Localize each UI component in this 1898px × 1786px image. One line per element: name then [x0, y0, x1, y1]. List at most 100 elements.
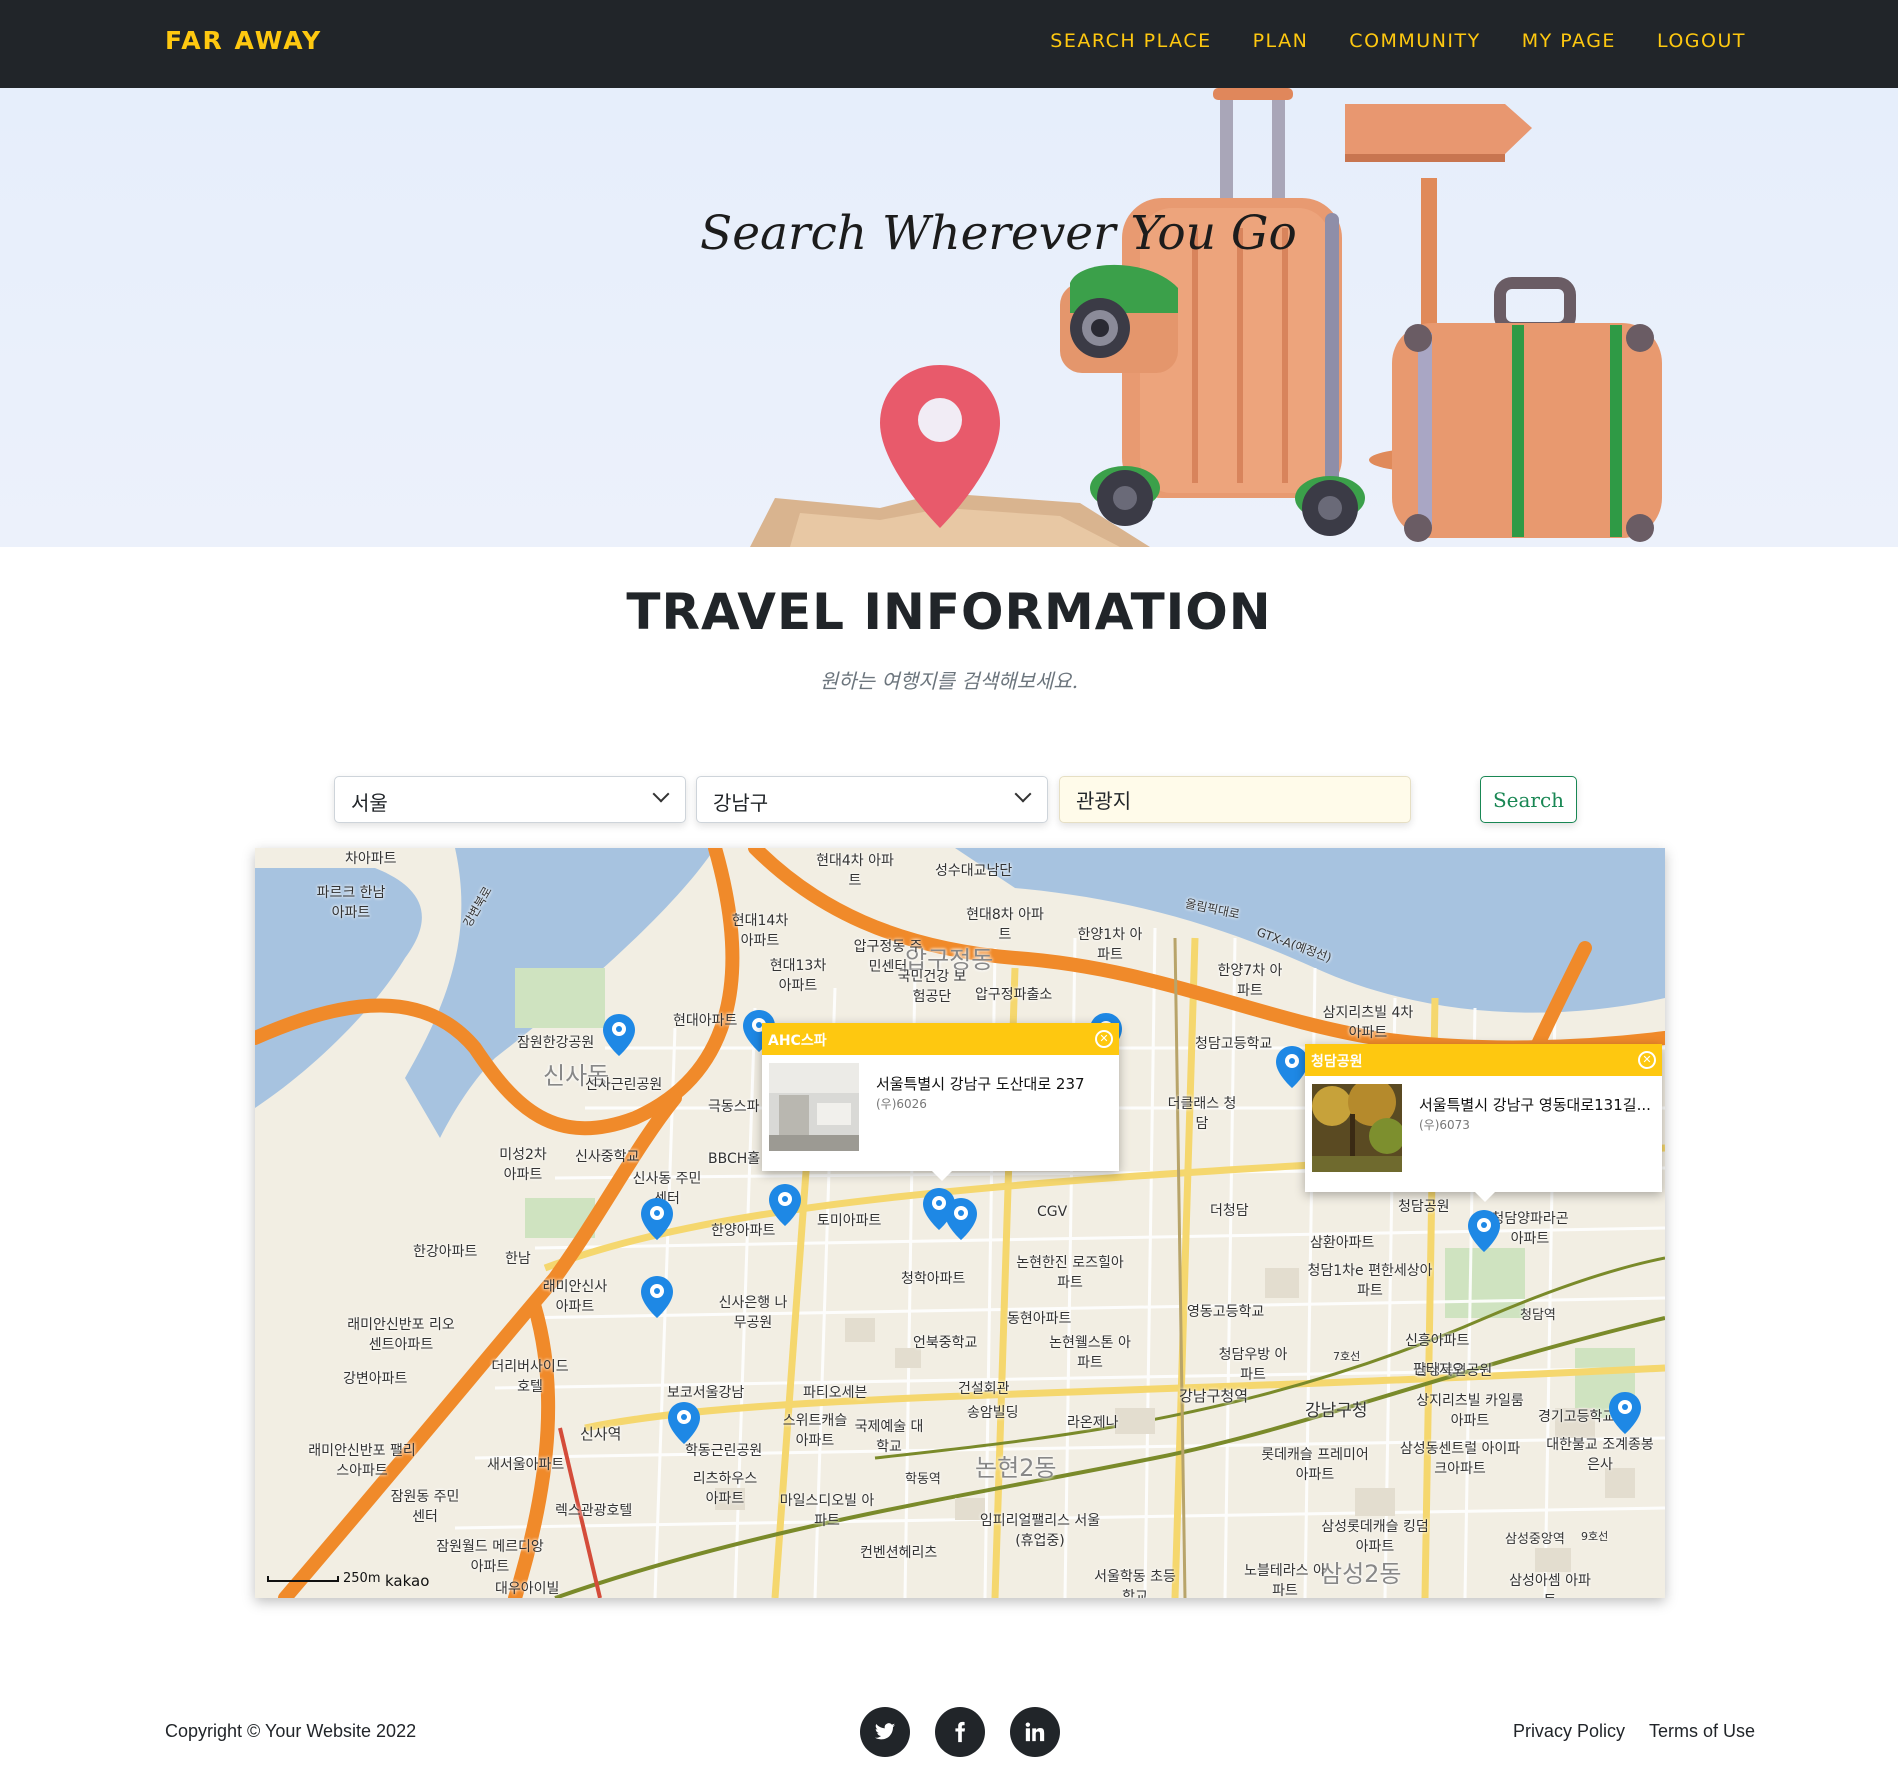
map-label: 성수대교남단 [935, 863, 1013, 879]
map-label: 토미아파트 [817, 1213, 882, 1229]
search-button[interactable]: Search [1480, 776, 1577, 823]
popup-zip: (우)6073 [1419, 1118, 1470, 1132]
map-pin-icon[interactable] [1468, 1210, 1500, 1252]
map-pin-icon[interactable] [1276, 1046, 1308, 1088]
map-label-station: 청담역 [1520, 1308, 1556, 1323]
map-label: 삼지리츠빌 4차아파트 [1322, 1005, 1414, 1041]
map-label: 래미안신반포 리오센트아파트 [347, 1317, 455, 1353]
chevron-down-icon [1014, 785, 1032, 803]
map-label: 청담우방 아파트 [1218, 1347, 1288, 1383]
nav-plan[interactable]: PLAN [1253, 30, 1309, 52]
map-label: 노블테라스 아파트 [1244, 1563, 1326, 1598]
nav-logout[interactable]: LOGOUT [1657, 30, 1746, 52]
map-label: 더클래스 청담 [1167, 1096, 1237, 1132]
map-label-station: 강남구청역 [1179, 1387, 1249, 1405]
popup-tail [932, 1171, 952, 1181]
map-label: 파르크 한남아파트 [316, 885, 386, 921]
linkedin-button[interactable] [1010, 1707, 1060, 1757]
twitter-button[interactable] [860, 1707, 910, 1757]
close-icon[interactable]: ✕ [1638, 1051, 1656, 1069]
map-label: 현대4차 아파트 [816, 853, 894, 889]
map-label: 논현한진 로즈힐아파트 [1016, 1255, 1124, 1291]
linkedin-icon [1025, 1722, 1045, 1742]
map-label: 삼성동센트럴 아이파크아파트 [1399, 1441, 1521, 1477]
map-label: 한강아파트 [413, 1244, 478, 1260]
section-subtitle: 원하는 여행지를 검색해보세요. [819, 669, 1079, 693]
keyword-input[interactable] [1059, 776, 1411, 823]
city-select-value: 서울 [351, 791, 388, 815]
map-label: 렉스관광호텔 [555, 1503, 633, 1519]
facebook-icon [955, 1721, 966, 1743]
map-label: 현대아파트 [673, 1013, 738, 1029]
map-pin-icon[interactable] [945, 1198, 977, 1240]
map-label: 더리버사이드 호텔 [491, 1359, 569, 1395]
popup-title: AHC스파 [762, 1023, 1119, 1055]
map-label: 신흥아파트 [1405, 1333, 1470, 1349]
map-scale-label: 250m [343, 1571, 381, 1586]
map-provider-logo: kakao [385, 1572, 430, 1590]
map-label: 논현웰스톤 아파트 [1049, 1335, 1131, 1371]
map-label: 대한불교 조계종봉은사 [1546, 1437, 1654, 1473]
close-icon[interactable]: ✕ [1095, 1030, 1113, 1048]
place-thumbnail [1312, 1084, 1402, 1172]
map-label: 서울학동 초등학교 [1094, 1569, 1176, 1598]
map-label: 극동스파 [708, 1099, 760, 1115]
map-label: 현대14차 아파트 [731, 913, 789, 949]
map-label: 상지리츠빌 카일룸아파트 [1416, 1393, 1524, 1429]
map-label-subway: 9호선 [1581, 1530, 1609, 1543]
map-pin-icon[interactable] [769, 1184, 801, 1226]
map-pin-icon[interactable] [641, 1198, 673, 1240]
map-label: 강남구청 [1305, 1401, 1368, 1421]
footer-links: Privacy Policy Terms of Use [1513, 1721, 1755, 1742]
map[interactable]: 압구정동 신사동 논현2동 삼성2동 청담공원 신사역 강남구청역 강남구청 C… [255, 848, 1665, 1598]
map-label-station: 신사역 [580, 1425, 622, 1443]
nav-links: SEARCH PLACE PLAN COMMUNITY MY PAGE LOGO… [1050, 30, 1746, 52]
map-pin-icon[interactable] [668, 1402, 700, 1444]
facebook-button[interactable] [935, 1707, 985, 1757]
hero-banner: Search Wherever You Go [0, 88, 1898, 547]
map-label: 청담고등학교 [1195, 1036, 1273, 1052]
map-label: 한양7차 아파트 [1217, 963, 1283, 999]
nav-my-page[interactable]: MY PAGE [1522, 30, 1616, 52]
map-label: 한양아파트 [711, 1223, 776, 1239]
brand-logo[interactable]: FAR AWAY [165, 26, 322, 55]
terms-of-use-link[interactable]: Terms of Use [1649, 1721, 1755, 1742]
map-scale: 250m [267, 1571, 380, 1586]
place-popup[interactable]: AHC스파 ✕ 서울특별시 강남구 도산대로 237 (우)6026 [762, 1023, 1119, 1181]
map-pin-icon[interactable] [1609, 1392, 1641, 1434]
map-label: 잠원월드 메르디앙아파트 [436, 1539, 544, 1575]
section-title: TRAVEL INFORMATION [626, 583, 1272, 641]
map-label: 한양1차 아파트 [1077, 927, 1143, 963]
map-label: 신사중학교 [575, 1149, 640, 1165]
navbar: FAR AWAY SEARCH PLACE PLAN COMMUNITY MY … [0, 0, 1898, 88]
map-pin-icon[interactable] [641, 1276, 673, 1318]
map-label-station: 삼성중앙역 [1505, 1532, 1565, 1547]
map-label: 미성2차 아파트 [499, 1147, 547, 1183]
privacy-policy-link[interactable]: Privacy Policy [1513, 1721, 1625, 1742]
nav-search-place[interactable]: SEARCH PLACE [1050, 30, 1211, 52]
map-label: 판타지오 [1413, 1362, 1465, 1378]
map-label: 현대13차 아파트 [769, 958, 827, 994]
chevron-down-icon [652, 785, 670, 803]
map-label: 파티오세븐 [803, 1385, 868, 1401]
map-label: BBCH홀 [708, 1151, 761, 1167]
map-label: 경기고등학교 [1538, 1409, 1616, 1425]
city-select[interactable]: 서울 [334, 776, 686, 823]
map-label: 래미안신반포 팰리스아파트 [308, 1443, 416, 1479]
map-label: 동현아파트 [1007, 1311, 1072, 1327]
map-label: 청담1차e 편한세상아파트 [1307, 1263, 1433, 1299]
district-select[interactable]: 강남구 [696, 776, 1048, 823]
place-popup[interactable]: 청담공원 ✕ 서울특별시 강남구 영동대로131길... (우)6073 [1305, 1044, 1662, 1202]
map-label: 마일스디오빌 아파트 [779, 1493, 875, 1529]
map-label: 건설회관 [958, 1381, 1010, 1397]
map-label: 스위트캐슬 아파트 [782, 1413, 848, 1449]
hero-title: Search Wherever You Go [700, 206, 1297, 261]
nav-community[interactable]: COMMUNITY [1349, 30, 1480, 52]
map-pin-icon[interactable] [603, 1014, 635, 1056]
map-label-dong: 논현2동 [975, 1454, 1057, 1482]
map-label: 더청담 [1210, 1203, 1249, 1219]
popup-title: 청담공원 [1305, 1044, 1662, 1076]
map-label: 대우아이빌 [495, 1581, 560, 1597]
popup-tail [1475, 1192, 1495, 1202]
map-label: 차아파트 [345, 851, 397, 867]
